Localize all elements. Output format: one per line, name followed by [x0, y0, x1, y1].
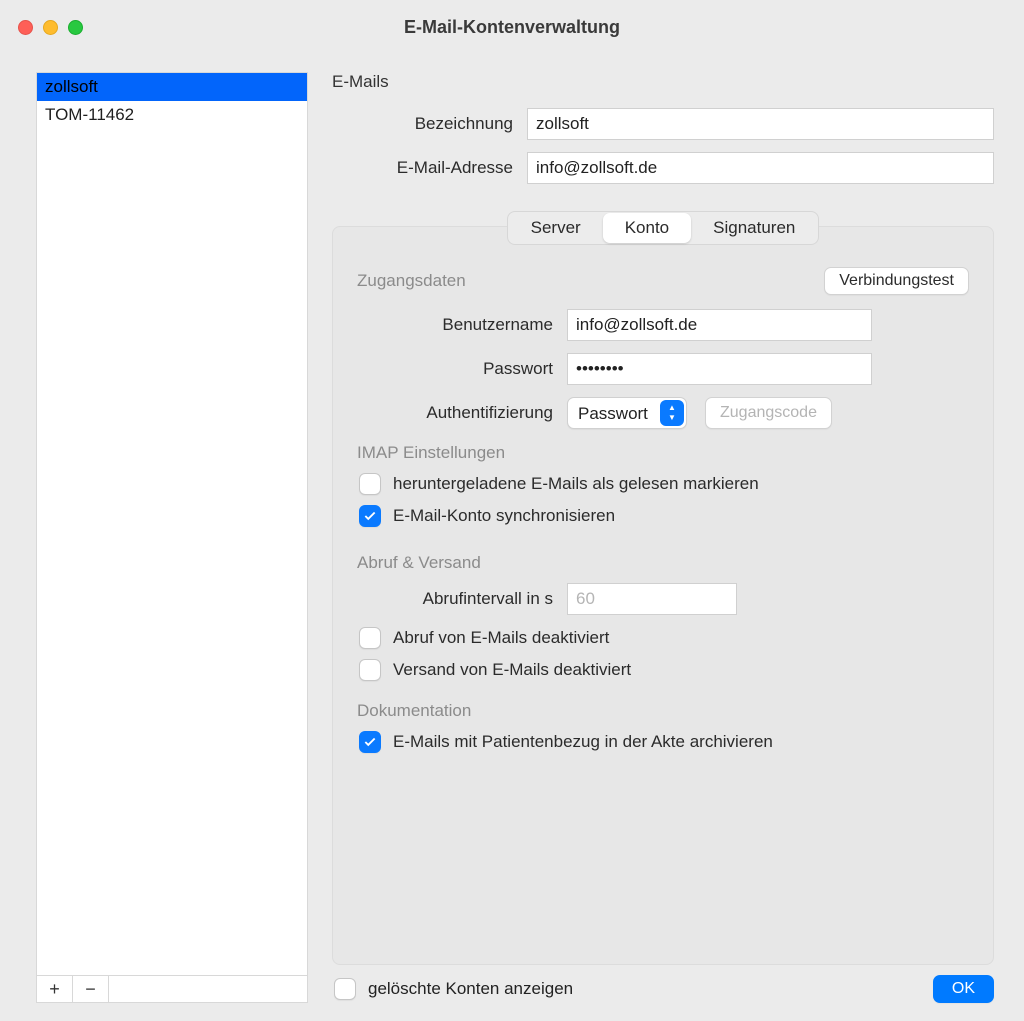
- checkbox-archive[interactable]: [359, 731, 381, 753]
- label-mark-read: heruntergeladene E-Mails als gelesen mar…: [393, 474, 759, 494]
- label-abrufintervall: Abrufintervall in s: [357, 589, 567, 609]
- account-row[interactable]: TOM-11462: [37, 101, 307, 129]
- label-show-deleted: gelöschte Konten anzeigen: [368, 979, 573, 999]
- add-account-button[interactable]: +: [37, 976, 73, 1002]
- label-disable-fetch: Abruf von E-Mails deaktiviert: [393, 628, 609, 648]
- zugangscode-button[interactable]: Zugangscode: [705, 397, 832, 429]
- ok-button[interactable]: OK: [933, 975, 994, 1003]
- account-row[interactable]: zollsoft: [37, 73, 307, 101]
- input-benutzername[interactable]: [567, 309, 872, 341]
- label-archive: E-Mails mit Patientenbezug in der Akte a…: [393, 732, 773, 752]
- input-abrufintervall[interactable]: [567, 583, 737, 615]
- tab-signaturen[interactable]: Signaturen: [691, 213, 817, 243]
- window-title: E-Mail-Kontenverwaltung: [0, 17, 1024, 38]
- tab-konto[interactable]: Konto: [603, 213, 691, 243]
- zoom-icon[interactable]: [68, 20, 83, 35]
- heading-zugangsdaten: Zugangsdaten: [357, 271, 466, 291]
- tab-segment[interactable]: Server Konto Signaturen: [507, 211, 820, 245]
- list-footer-spacer: [109, 976, 307, 1002]
- label-passwort: Passwort: [357, 359, 567, 379]
- input-bezeichnung[interactable]: [527, 108, 994, 140]
- window-titlebar: E-Mail-Kontenverwaltung: [0, 0, 1024, 54]
- label-bezeichnung: Bezeichnung: [332, 114, 527, 134]
- input-email-adresse[interactable]: [527, 152, 994, 184]
- checkbox-sync[interactable]: [359, 505, 381, 527]
- input-passwort[interactable]: [567, 353, 872, 385]
- remove-account-button[interactable]: −: [73, 976, 109, 1002]
- select-authentifizierung[interactable]: Passwort: [567, 397, 687, 429]
- label-sync: E-Mail-Konto synchronisieren: [393, 506, 615, 526]
- minimize-icon[interactable]: [43, 20, 58, 35]
- verbindungstest-button[interactable]: Verbindungstest: [824, 267, 969, 295]
- heading-imap: IMAP Einstellungen: [357, 443, 969, 463]
- account-sidebar: zollsoft TOM-11462 + −: [36, 72, 308, 1003]
- checkbox-disable-fetch[interactable]: [359, 627, 381, 649]
- checkbox-disable-send[interactable]: [359, 659, 381, 681]
- label-authentifizierung: Authentifizierung: [357, 403, 567, 423]
- label-disable-send: Versand von E-Mails deaktiviert: [393, 660, 631, 680]
- account-list[interactable]: zollsoft TOM-11462: [36, 72, 308, 975]
- label-benutzername: Benutzername: [357, 315, 567, 335]
- section-title-emails: E-Mails: [332, 72, 994, 92]
- label-email-adresse: E-Mail-Adresse: [332, 158, 527, 178]
- checkbox-mark-read[interactable]: [359, 473, 381, 495]
- close-icon[interactable]: [18, 20, 33, 35]
- heading-doku: Dokumentation: [357, 701, 969, 721]
- checkbox-show-deleted[interactable]: [334, 978, 356, 1000]
- heading-abruf: Abruf & Versand: [357, 553, 969, 573]
- tab-server[interactable]: Server: [509, 213, 603, 243]
